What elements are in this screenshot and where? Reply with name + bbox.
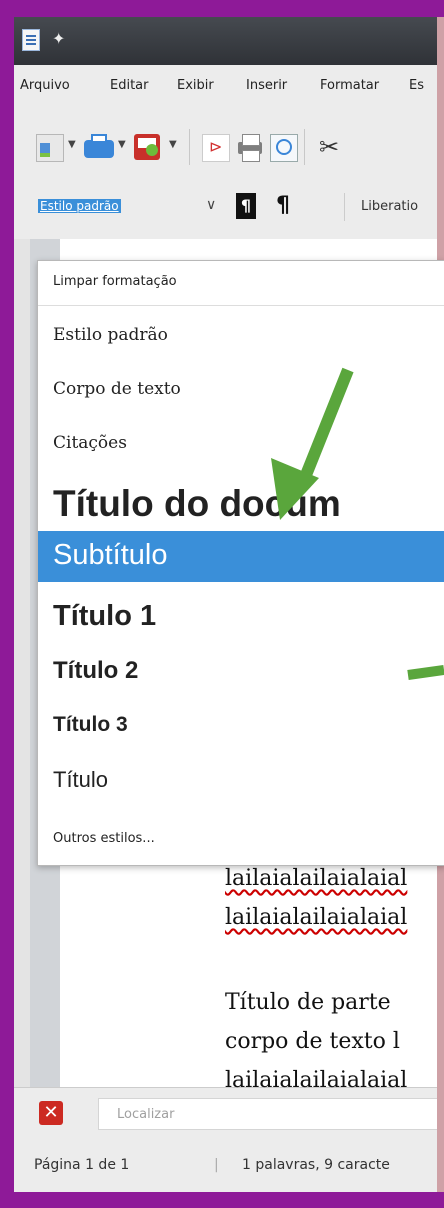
standard-toolbar: ▼ ▼ ▼ ⊳ ✂ [14, 109, 444, 179]
templates-icon[interactable] [36, 134, 64, 162]
word-count[interactable]: 1 palavras, 9 caracte [242, 1157, 390, 1173]
cut-icon[interactable]: ✂ [319, 134, 345, 160]
style-item-corpo-de-texto[interactable]: Corpo de texto [38, 367, 444, 415]
page-count[interactable]: Página 1 de 1 [34, 1157, 129, 1173]
open-dropdown-icon[interactable]: ▼ [118, 139, 128, 165]
writer-document-icon [22, 29, 40, 51]
document-line[interactable]: lailaialailaialaial [225, 866, 407, 891]
update-style-icon[interactable]: ¶ [236, 193, 256, 219]
close-find-icon[interactable]: ✕ [39, 1101, 63, 1125]
toolbar-separator-2 [304, 129, 305, 165]
export-pdf-icon[interactable]: ⊳ [202, 134, 230, 162]
menu-editar[interactable]: Editar [110, 78, 149, 93]
document-line[interactable]: corpo de texto l [225, 1029, 400, 1054]
find-toolbar: ✕ Localizar [14, 1087, 444, 1143]
save-icon[interactable] [134, 134, 160, 160]
save-dropdown-icon[interactable]: ▼ [169, 139, 179, 165]
vertical-ruler [14, 239, 30, 1087]
pin-icon[interactable]: ✦ [52, 29, 65, 49]
paragraph-style-combobox[interactable]: Estilo padrão ∨ [34, 193, 232, 221]
menu-formatar[interactable]: Formatar [320, 78, 379, 93]
style-item-subtitulo[interactable]: Subtítulo [38, 531, 444, 582]
style-item-limpar-formatacao[interactable]: Limpar formatação [38, 261, 444, 305]
style-item-titulo[interactable]: Título [38, 757, 444, 809]
document-heading-line[interactable]: Título de parte [225, 990, 391, 1015]
document-line[interactable]: lailaialailaialaial [225, 905, 407, 930]
menu-exibir[interactable]: Exibir [177, 78, 214, 93]
find-input[interactable]: Localizar [98, 1098, 438, 1130]
style-item-titulo-do-documento[interactable]: Título do docum [38, 475, 444, 531]
font-name-combobox[interactable]: Liberatio [344, 193, 444, 221]
dropdown-separator [38, 305, 444, 306]
menu-inserir[interactable]: Inserir [246, 78, 287, 93]
menu-estilos[interactable]: Es [409, 78, 424, 93]
print-icon[interactable] [236, 134, 262, 162]
style-item-outros-estilos[interactable]: Outros estilos... [38, 821, 444, 861]
style-item-estilo-padrao[interactable]: Estilo padrão [38, 313, 444, 361]
status-bar: Página 1 de 1 | 1 palavras, 9 caracte [14, 1141, 444, 1192]
paragraph-styles-dropdown: Limpar formatação Estilo padrão Corpo de… [37, 260, 444, 866]
title-bar: ✦ [14, 17, 444, 65]
style-item-titulo-3[interactable]: Título 3 [38, 703, 444, 751]
chevron-down-icon[interactable]: ∨ [206, 197, 216, 213]
print-preview-icon[interactable] [270, 134, 298, 162]
status-separator: | [214, 1157, 219, 1173]
find-placeholder: Localizar [117, 1107, 175, 1122]
document-line[interactable]: lailaialailaialaial [225, 1068, 407, 1088]
new-style-icon[interactable]: ¶ [276, 193, 290, 219]
menu-bar: Arquivo Editar Exibir Inserir Formatar E… [14, 65, 444, 110]
style-item-citacoes[interactable]: Citações [38, 421, 444, 469]
templates-dropdown-icon[interactable]: ▼ [68, 139, 78, 165]
paragraph-style-value[interactable]: Estilo padrão [38, 199, 121, 213]
menu-arquivo[interactable]: Arquivo [20, 78, 70, 93]
style-item-titulo-1[interactable]: Título 1 [38, 592, 444, 644]
font-name-value[interactable]: Liberatio [361, 199, 418, 214]
open-icon[interactable] [84, 134, 114, 160]
formatting-toolbar: Estilo padrão ∨ ¶ ¶ Liberatio [14, 179, 444, 240]
style-item-titulo-2[interactable]: Título 2 [38, 649, 444, 697]
toolbar-separator [189, 129, 190, 165]
